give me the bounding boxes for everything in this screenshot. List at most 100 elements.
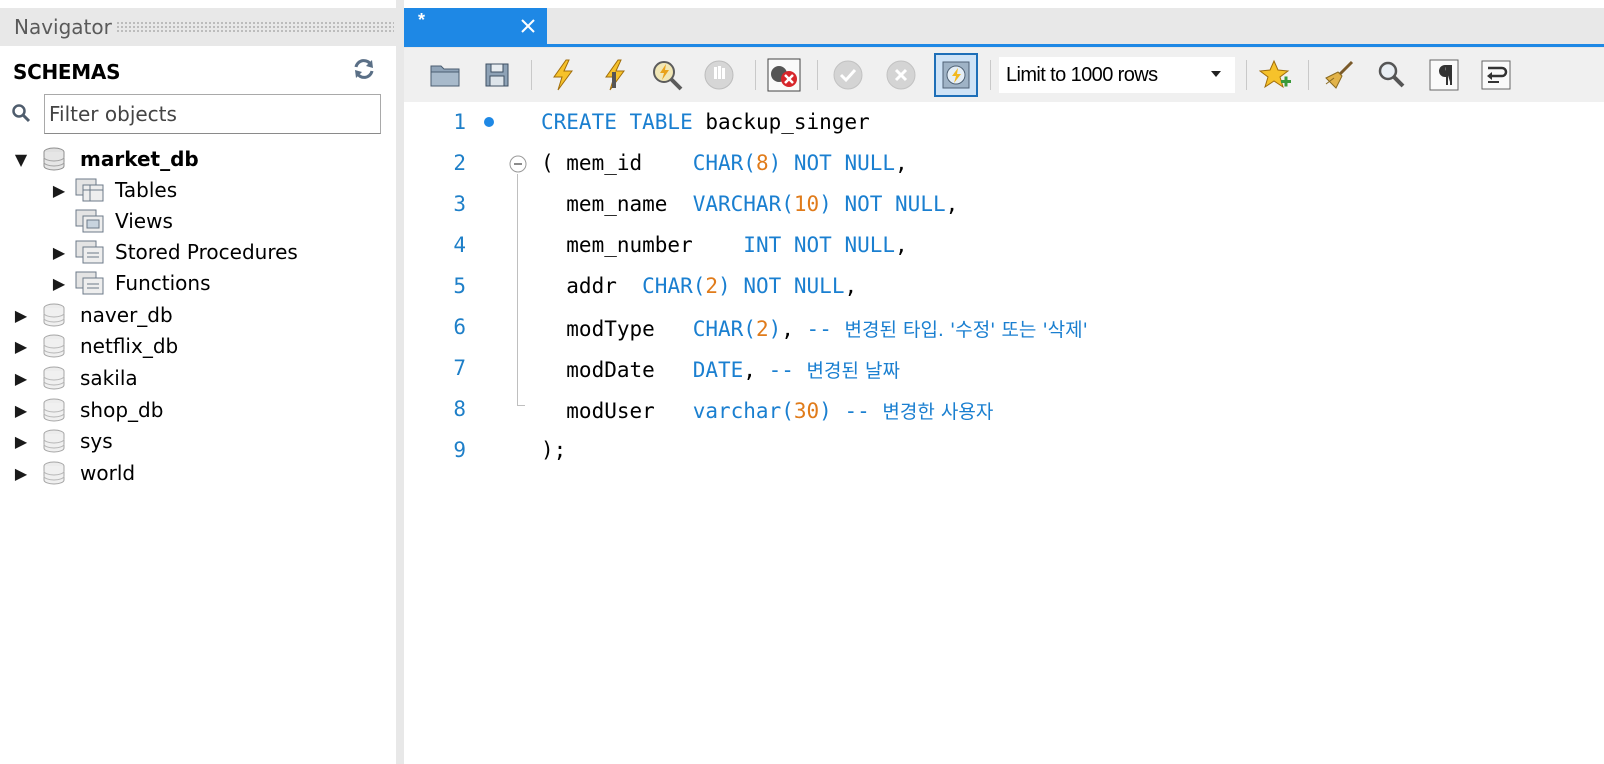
code-token: 변경된 날짜 — [806, 360, 900, 382]
line-number: 5 — [453, 274, 466, 298]
stop-icon — [704, 60, 734, 90]
add-snippet-button[interactable] — [1257, 55, 1295, 95]
execute-button[interactable] — [544, 55, 582, 95]
find-button[interactable] — [1372, 55, 1410, 95]
tree-item-tables[interactable]: ▶ Tables — [52, 175, 177, 205]
tab-title: * — [418, 10, 426, 30]
panel-splitter[interactable] — [396, 0, 404, 764]
expand-arrow-icon[interactable]: ▶ — [14, 458, 28, 488]
schema-item-netflix-db[interactable]: ▶ netflix_db — [14, 331, 178, 361]
code-token: varchar( — [692, 399, 794, 423]
code-line[interactable]: 3 mem_name VARCHAR(10) NOT NULL, — [404, 184, 1604, 225]
stop-button[interactable] — [700, 55, 738, 95]
line-number: 3 — [453, 192, 466, 216]
schema-label: netflix_db — [80, 334, 179, 358]
save-button[interactable] — [478, 55, 516, 95]
code-text: modUser varchar(30) -- 변경한 사용자 — [541, 397, 993, 424]
tree-item-functions[interactable]: ▶ Functions — [52, 268, 211, 298]
execute-current-button[interactable] — [596, 55, 634, 95]
invisible-chars-button[interactable] — [1425, 55, 1463, 95]
database-icon — [43, 303, 65, 327]
beautify-icon — [1325, 60, 1354, 89]
code-token: , — [844, 274, 858, 298]
search-icon — [12, 104, 31, 123]
schemas-header: SCHEMAS — [0, 50, 396, 92]
error-toggle-button[interactable] — [765, 55, 803, 95]
database-icon — [43, 398, 65, 422]
schema-label: world — [80, 461, 136, 485]
schema-label: market_db — [80, 147, 199, 171]
code-token: 2 — [705, 274, 719, 298]
expand-arrow-icon[interactable]: ▶ — [14, 395, 28, 425]
limit-rows-value: Limit to 1000 rows — [1006, 63, 1158, 86]
rollback-icon — [886, 60, 916, 90]
navigator-header: Navigator — [0, 8, 402, 46]
code-token: ( mem_id — [541, 151, 693, 175]
database-icon — [43, 334, 65, 358]
code-line[interactable]: 9); — [404, 430, 1604, 471]
code-token: ) — [768, 317, 782, 341]
expand-arrow-icon[interactable]: ▶ — [52, 175, 66, 205]
expand-arrow-icon[interactable]: ▶ — [14, 426, 28, 456]
panel-grip[interactable] — [115, 21, 394, 33]
collapse-arrow-icon[interactable]: ▼ — [14, 144, 28, 174]
filter-objects-input[interactable] — [44, 94, 381, 134]
tree-item-label: Views — [115, 209, 173, 233]
schema-label: sakila — [80, 366, 138, 390]
code-line[interactable]: 6 modType CHAR(2), -- 변경된 타입. '수정' 또는 '삭… — [404, 307, 1604, 348]
code-token: modUser — [541, 399, 693, 423]
schema-item-sakila[interactable]: ▶ sakila — [14, 363, 138, 393]
code-line[interactable]: 7 modDate DATE, -- 변경된 날짜 — [404, 348, 1604, 389]
code-token: -- — [844, 399, 883, 423]
autocommit-toggle[interactable] — [934, 53, 978, 97]
wrap-button[interactable] — [1477, 55, 1515, 95]
explain-icon — [653, 61, 683, 91]
schema-item-market-db[interactable]: ▼ market_db — [14, 144, 199, 174]
schema-item-shop-db[interactable]: ▶ shop_db — [14, 395, 164, 425]
explain-button[interactable] — [648, 55, 686, 95]
code-line[interactable]: 5 addr CHAR(2) NOT NULL, — [404, 266, 1604, 307]
code-token: , — [895, 233, 908, 257]
code-line[interactable]: 4 mem_number INT NOT NULL, — [404, 225, 1604, 266]
database-icon — [43, 461, 65, 485]
navigator-panel: Navigator SCHEMAS ▼ market_db ▶ Tables — [0, 0, 402, 764]
refresh-icon[interactable] — [352, 58, 376, 80]
code-line[interactable]: 1 CREATE TABLE backup_singer — [404, 102, 1604, 143]
code-line[interactable]: 2 ( mem_id CHAR(8) NOT NULL, — [404, 143, 1604, 184]
expand-arrow-icon[interactable]: ▶ — [52, 268, 66, 298]
limit-rows-select[interactable]: Limit to 1000 rows — [999, 57, 1235, 93]
code-token: -- — [806, 317, 845, 341]
expand-arrow-icon[interactable]: ▶ — [14, 363, 28, 393]
schema-item-naver-db[interactable]: ▶ naver_db — [14, 300, 173, 330]
schema-item-sys[interactable]: ▶ sys — [14, 426, 113, 456]
code-token: modDate — [541, 358, 693, 382]
line-number: 4 — [453, 233, 466, 257]
expand-arrow-icon[interactable]: ▶ — [14, 331, 28, 361]
invisible-chars-icon — [1429, 59, 1459, 91]
tree-item-views[interactable]: Views — [52, 206, 173, 236]
expand-arrow-icon[interactable]: ▶ — [52, 237, 66, 267]
code-text: mem_number INT NOT NULL, — [541, 233, 908, 257]
chevron-down-icon — [1211, 71, 1221, 77]
code-text: ); — [541, 438, 566, 462]
tab-query[interactable]: * — [404, 8, 547, 46]
code-token: CHAR( — [692, 151, 756, 175]
beautify-button[interactable] — [1320, 55, 1358, 95]
schema-item-world[interactable]: ▶ world — [14, 458, 135, 488]
expand-arrow-icon[interactable]: ▶ — [14, 300, 28, 330]
commit-button[interactable] — [829, 55, 867, 95]
tree-item-stored-procedures[interactable]: ▶ Stored Procedures — [52, 237, 298, 267]
sql-editor[interactable]: 1 CREATE TABLE backup_singer 2 ( mem_id CHA… — [404, 102, 1604, 764]
close-icon[interactable] — [516, 14, 540, 38]
open-file-button[interactable] — [426, 55, 464, 95]
rollback-button[interactable] — [882, 55, 920, 95]
save-icon — [485, 63, 509, 87]
code-token: , — [743, 358, 769, 382]
database-icon — [43, 429, 65, 453]
code-line[interactable]: 8 modUser varchar(30) -- 변경한 사용자 — [404, 389, 1604, 430]
tab-underline — [404, 44, 1604, 47]
code-token: -- — [768, 358, 807, 382]
code-text: modType CHAR(2), -- 변경된 타입. '수정' 또는 '삭제' — [541, 315, 1088, 342]
navigator-title: Navigator — [14, 15, 112, 39]
